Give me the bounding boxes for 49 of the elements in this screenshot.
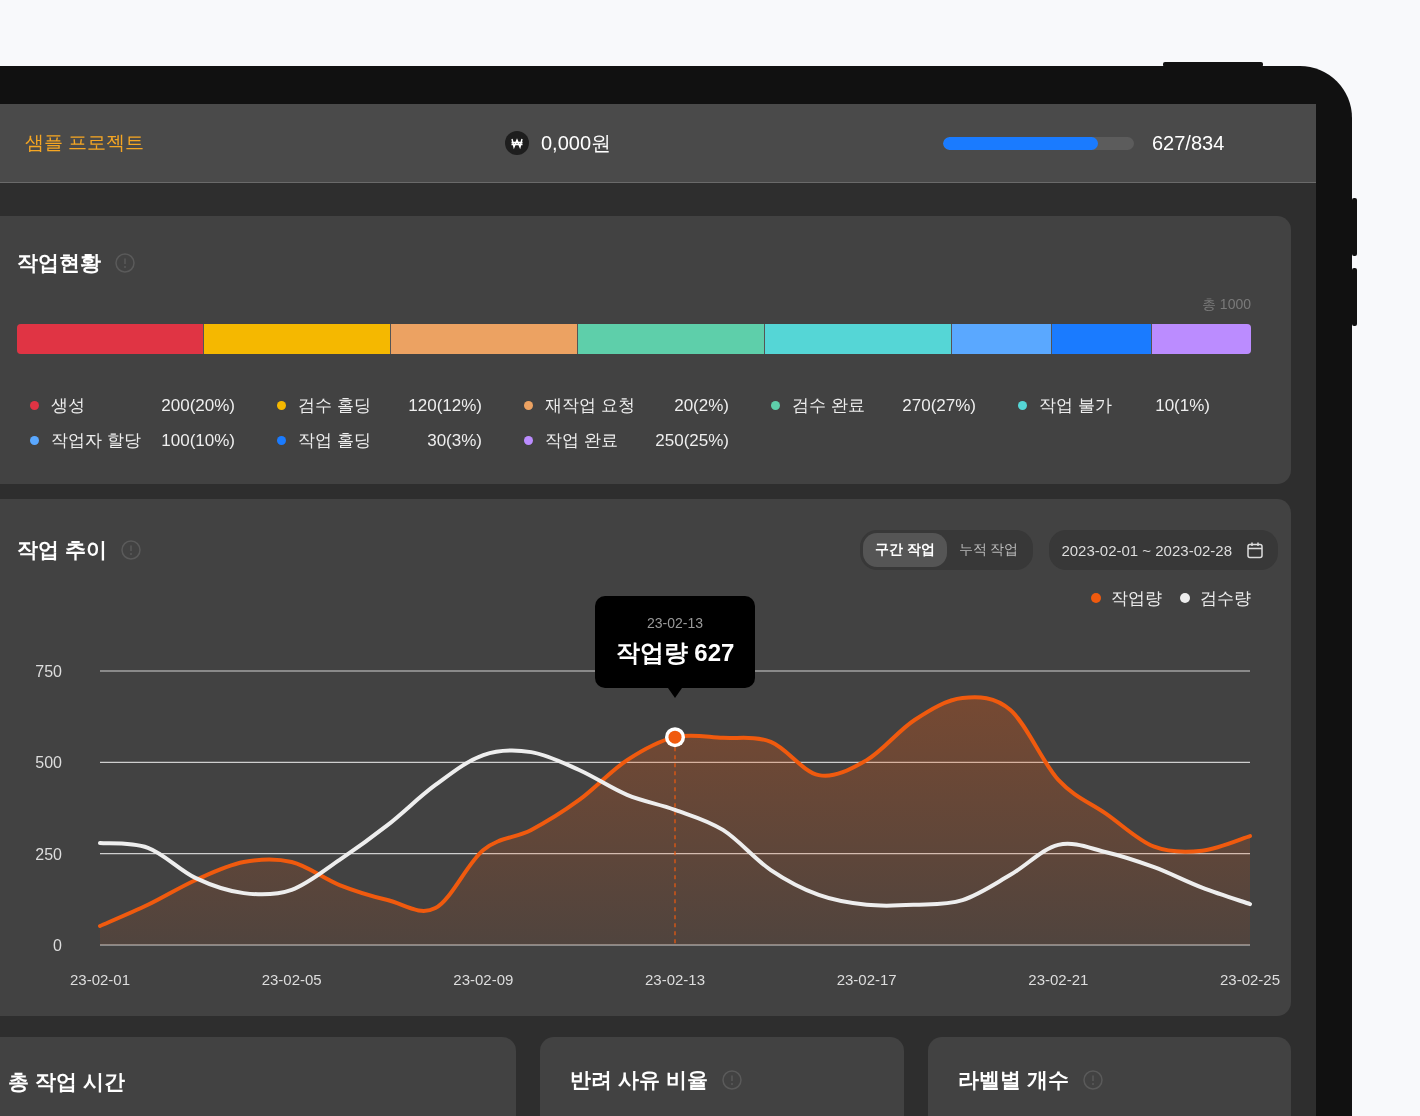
y-axis-label: 250 bbox=[35, 845, 62, 863]
tooltip-date: 23-02-13 bbox=[646, 615, 703, 632]
hover-marker[interactable] bbox=[665, 727, 685, 748]
card-title: 반려 사유 비율 bbox=[570, 1067, 708, 1093]
status-value: 10(1%) bbox=[1155, 395, 1210, 416]
mode-tab[interactable]: 구간 작업 bbox=[862, 533, 947, 567]
x-axis-label: 23-02-05 bbox=[261, 971, 322, 988]
won-coin-icon bbox=[505, 131, 529, 155]
status-name: 작업 완료 bbox=[545, 430, 619, 452]
tooltip-value: 작업량 627 bbox=[615, 638, 735, 669]
status-name: 검수 완료 bbox=[792, 395, 866, 417]
x-axis-label: 23-02-21 bbox=[1028, 971, 1089, 988]
info-icon[interactable] bbox=[115, 253, 135, 273]
x-axis-label: 23-02-25 bbox=[1220, 971, 1280, 988]
x-axis-label: 23-02-17 bbox=[836, 971, 897, 988]
card-title: 라벨별 개수 bbox=[958, 1067, 1069, 1093]
calendar-icon bbox=[1246, 541, 1264, 559]
status-value: 20(2%) bbox=[674, 395, 729, 416]
series-name: 검수량 bbox=[1200, 587, 1251, 610]
series-name: 작업량 bbox=[1111, 587, 1162, 610]
status-name: 작업자 할당 bbox=[51, 430, 142, 452]
status-value: 30(3%) bbox=[427, 430, 482, 451]
status-value: 270(27%) bbox=[902, 395, 976, 416]
status-value: 100(10%) bbox=[161, 430, 235, 451]
card-title: 작업 추이 bbox=[17, 537, 107, 563]
card-title: 총 작업 시간 bbox=[8, 1069, 125, 1095]
y-axis-label: 500 bbox=[35, 754, 62, 772]
project-name: 샘플 프로젝트 bbox=[25, 131, 146, 155]
status-name: 생성 bbox=[51, 395, 86, 417]
info-icon[interactable] bbox=[721, 1070, 742, 1090]
status-name: 검수 홀딩 bbox=[298, 395, 372, 417]
progress-count: 627/834 bbox=[1152, 131, 1225, 155]
x-axis-label: 23-02-13 bbox=[645, 971, 705, 988]
info-icon[interactable] bbox=[1082, 1070, 1103, 1090]
card-title: 작업현황 bbox=[17, 250, 101, 276]
status-value: 250(25%) bbox=[655, 430, 729, 451]
status-value: 120(12%) bbox=[408, 395, 482, 416]
mode-tab[interactable]: 누적 작업 bbox=[946, 533, 1031, 567]
status-value: 200(20%) bbox=[161, 395, 235, 416]
status-name: 재작업 요청 bbox=[545, 395, 636, 417]
x-axis-label: 23-02-01 bbox=[70, 971, 130, 988]
x-axis-label: 23-02-09 bbox=[453, 971, 514, 988]
y-axis-label: 0 bbox=[53, 937, 62, 954]
amount-text: 0,000원 bbox=[541, 130, 612, 156]
status-name: 작업 홀딩 bbox=[298, 430, 372, 452]
info-icon[interactable] bbox=[120, 540, 141, 560]
status-name: 작업 불가 bbox=[1039, 395, 1113, 417]
date-range-picker[interactable]: 2023-02-01 ~ 2023-02-28 bbox=[1049, 530, 1278, 570]
y-axis-label: 750 bbox=[35, 663, 62, 680]
